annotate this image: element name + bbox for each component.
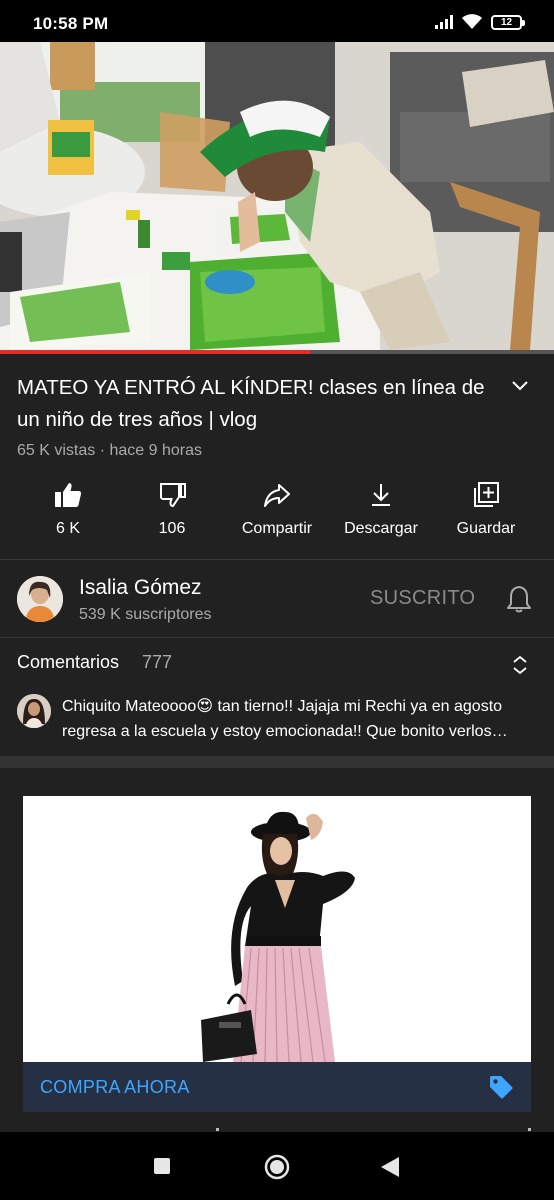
- top-comment-text: Chiquito Mateoooo😍 tan tierno!! Jajaja m…: [62, 698, 503, 740]
- ad-image[interactable]: [23, 796, 531, 1062]
- back-icon[interactable]: [381, 1157, 399, 1177]
- recent-apps-icon[interactable]: [154, 1158, 170, 1174]
- status-time: 10:58 PM: [33, 14, 109, 33]
- save-label: Guardar: [456, 520, 516, 537]
- shop-now-label: COMPRA AHORA: [40, 1077, 190, 1097]
- comments-count: 777: [142, 652, 173, 672]
- download-icon: [372, 484, 390, 506]
- battery-icon: 12: [491, 14, 525, 30]
- comments-section[interactable]: Comentarios 777 Chiquito Mateoooo😍 tan t…: [0, 638, 554, 756]
- battery-level: 12: [500, 16, 513, 28]
- download-button[interactable]: Descargar: [326, 480, 436, 538]
- share-button[interactable]: Compartir: [222, 480, 332, 538]
- bell-icon[interactable]: [506, 584, 532, 614]
- signal-icon: [435, 15, 453, 29]
- comments-heading: Comentarios: [17, 652, 120, 672]
- video-frame: [0, 42, 554, 350]
- like-button[interactable]: 6 K: [13, 480, 123, 538]
- video-meta: 65 K vistas · hace 9 horas: [17, 442, 202, 459]
- channel-subscribers: 539 K suscriptores: [79, 606, 212, 623]
- tag-icon: [490, 1076, 513, 1099]
- home-icon[interactable]: [263, 1153, 291, 1181]
- subscribe-button[interactable]: SUSCRITO: [370, 587, 475, 610]
- save-icon: [474, 482, 499, 507]
- video-player[interactable]: [0, 42, 554, 350]
- status-bar: 10:58 PM 12: [0, 0, 554, 42]
- sort-icon[interactable]: [509, 654, 531, 676]
- save-button[interactable]: Guardar: [431, 480, 541, 538]
- avatar-image: [17, 576, 63, 622]
- like-count: 6 K: [55, 520, 80, 537]
- section-separator: [0, 756, 554, 768]
- shop-now-button[interactable]: COMPRA AHORA: [23, 1062, 531, 1112]
- ad-card[interactable]: COMPRA AHORA: [23, 796, 531, 1112]
- system-nav-bar: [0, 1132, 554, 1200]
- video-details-panel: MATEO YA ENTRÓ AL KÍNDER! clases en líne…: [0, 354, 554, 1132]
- chevron-down-icon[interactable]: [510, 376, 530, 396]
- channel-name[interactable]: Isalia Gómez: [79, 576, 202, 600]
- status-icons: 12: [435, 14, 525, 30]
- dislike-button[interactable]: 106: [117, 480, 227, 538]
- wifi-icon: [462, 14, 482, 29]
- share-icon: [264, 484, 290, 507]
- channel-row[interactable]: Isalia Gómez 539 K suscriptores SUSCRITO: [0, 560, 554, 636]
- download-label: Descargar: [344, 520, 418, 537]
- share-label: Compartir: [241, 520, 313, 537]
- ad-product-image: [23, 796, 531, 1062]
- thumbs-down-icon: [159, 483, 186, 508]
- commenter-avatar[interactable]: [17, 694, 51, 728]
- avatar-image: [17, 694, 51, 728]
- thumbs-up-icon: [55, 483, 82, 507]
- video-title[interactable]: MATEO YA ENTRÓ AL KÍNDER! clases en líne…: [17, 372, 487, 436]
- action-bar: 6 K 106 Compartir Descargar Guardar: [0, 480, 554, 558]
- channel-avatar[interactable]: [17, 576, 63, 622]
- dislike-count: 106: [158, 520, 186, 537]
